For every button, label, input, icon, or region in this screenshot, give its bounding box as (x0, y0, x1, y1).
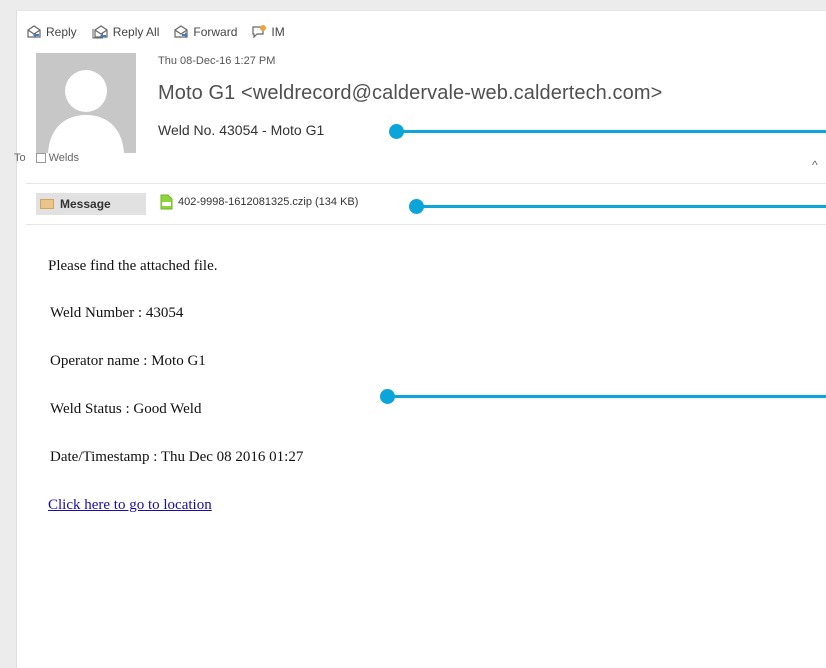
recipient-welds[interactable]: Welds (35, 152, 79, 164)
attachment-file[interactable]: 402-9998-1612081325.czip (134 KB) (158, 194, 358, 210)
message-tab[interactable]: Message (36, 193, 146, 215)
im-icon (252, 25, 267, 39)
email-reading-pane (16, 10, 826, 668)
callout-line-attachment (420, 205, 826, 208)
body-line-intro: Please find the attached file. (48, 258, 218, 274)
body-line-timestamp: Date/Timestamp : Thu Dec 08 2016 01:27 (50, 449, 304, 465)
callout-line-subject (400, 130, 826, 133)
avatar-placeholder (36, 53, 136, 153)
sent-date: Thu 08-Dec-16 1:27 PM (158, 55, 276, 67)
im-button[interactable]: IM (251, 24, 285, 40)
location-link[interactable]: Click here to go to location (48, 497, 212, 513)
recipient-label: Welds (48, 152, 79, 164)
message-tab-label: Message (60, 197, 111, 211)
im-label: IM (271, 25, 285, 39)
forward-label: Forward (193, 25, 238, 39)
body-line-operator: Operator name : Moto G1 (50, 353, 206, 369)
chevron-up-icon[interactable]: ^ (812, 158, 818, 172)
attachment-file-icon (160, 194, 173, 210)
callout-line-body (390, 395, 826, 398)
forward-icon (174, 25, 189, 38)
forward-button[interactable]: Forward (173, 25, 237, 39)
to-label: To (14, 152, 26, 164)
body-line-weld-status: Weld Status : Good Weld (50, 401, 202, 417)
attachment-filename: 402-9998-1612081325.czip (134 KB) (178, 196, 359, 208)
to-row: To Welds (14, 152, 79, 164)
mail-icon (40, 199, 54, 209)
reply-label: Reply (46, 25, 77, 39)
subject-line: Weld No. 43054 - Moto G1 (158, 122, 325, 138)
reply-all-label: Reply All (112, 25, 160, 39)
reply-icon (27, 25, 41, 38)
reply-all-button[interactable]: Reply All (91, 25, 160, 39)
reply-all-icon (92, 25, 108, 39)
attachment-bar: Message 402-9998-1612081325.czip (134 KB… (26, 183, 826, 225)
recipient-checkbox-icon (35, 153, 46, 163)
message-toolbar: Reply Reply All Forward IM (26, 22, 285, 42)
sender-name[interactable]: Moto G1 <weldrecord@caldervale-web.calde… (158, 82, 662, 105)
reply-button[interactable]: Reply (26, 25, 77, 39)
body-line-weld-number: Weld Number : 43054 (50, 305, 184, 321)
